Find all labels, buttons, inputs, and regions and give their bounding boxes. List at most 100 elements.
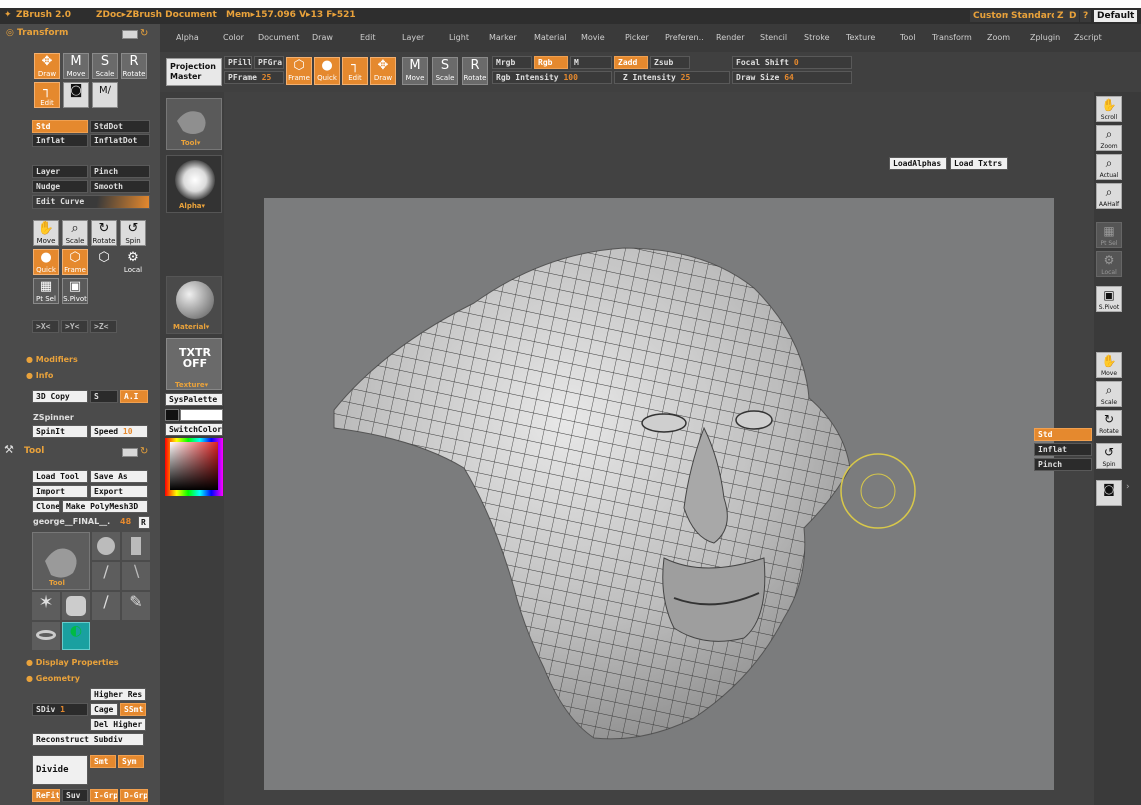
rotate-button[interactable]: R Rotate [121,53,147,79]
z-intensity-slider[interactable]: Z Intensity 25 [614,71,730,84]
move-subtool-button[interactable]: ✋ Move [33,220,59,246]
load-txtrs-button[interactable]: Load Txtrs [950,157,1008,170]
z-button[interactable]: Z [1054,10,1067,22]
scale-subtool-button[interactable]: ⌕ Scale [62,220,88,246]
edit-button[interactable]: ┐ Edit [34,82,60,108]
menu-stroke[interactable]: Stroke [804,33,830,42]
igrp-button[interactable]: I-Grp [90,789,118,802]
menu-picker[interactable]: Picker [625,33,649,42]
brush-tool-thumb[interactable]: ∕ [92,592,120,620]
clone-button[interactable]: Clone [32,500,60,513]
rgb-button[interactable]: Rgb [534,56,568,69]
sym-x-button[interactable]: >X< [32,320,59,333]
frame-button[interactable]: ⬡ Frame [62,249,88,275]
default-button[interactable]: Default [1094,10,1138,22]
teal-tool-thumb[interactable]: ◐ [62,622,90,650]
rotate-subtool-button[interactable]: ↻ Rotate [91,220,117,246]
head-mesh-model[interactable] [264,198,1054,790]
make-polymesh-button[interactable]: Make PolyMesh3D [62,500,148,513]
popup-std[interactable]: Std [1034,428,1092,441]
secondary-color-swatch[interactable] [180,409,223,421]
color-picker[interactable] [165,438,223,496]
higher-res-button[interactable]: Higher Res [90,688,146,701]
transform-header[interactable]: ◎ Transform [6,28,68,38]
canvas[interactable] [264,198,1054,790]
tool-header[interactable]: Tool [24,446,44,456]
save-as-button[interactable]: Save As [90,470,148,483]
box-tool-thumb[interactable] [62,592,90,620]
menu-document[interactable]: Document [258,33,299,42]
tool-toggle-icon[interactable] [122,448,138,457]
menu-render[interactable]: Render [716,33,744,42]
draw-top-button[interactable]: ✥ Draw [370,57,396,85]
spinit-button[interactable]: SpinIt [32,425,88,438]
info-header[interactable]: ● Info [26,371,53,380]
speed-slider[interactable]: Speed 10 [90,425,148,438]
switchcolor-button[interactable]: SwitchColor [165,423,223,436]
cube-outline-button[interactable]: ⬡ [91,249,117,275]
scale-top-button[interactable]: S Scale [432,57,458,85]
quick-top-button[interactable]: ● Quick [314,57,340,85]
copy3d-button[interactable]: 3D Copy [32,390,88,403]
menu-draw[interactable]: Draw [312,33,333,42]
menu-zplugin[interactable]: Zplugin [1030,33,1060,42]
material-palette-thumb[interactable]: Material▾ [166,276,222,334]
menu-material[interactable]: Material [534,33,567,42]
smt-button[interactable]: Smt [90,755,116,768]
move-right-button[interactable]: ✋ Move [1096,352,1122,378]
layer-button[interactable]: Layer [32,165,88,178]
alpha-palette-thumb[interactable]: Alpha▾ [166,155,222,213]
r-button[interactable]: R [138,516,150,529]
menu-movie[interactable]: Movie [581,33,605,42]
rgb-intensity-slider[interactable]: Rgb Intensity 100 [492,71,612,84]
sym-y-button[interactable]: >Y< [61,320,88,333]
local-right-button[interactable]: ⚙ Local [1096,251,1122,277]
snapshot-right-button[interactable]: ◙ [1096,480,1122,506]
pfill-button[interactable]: PFill [224,56,252,69]
projection-master-button[interactable]: Projection Master [166,58,222,86]
texture-palette-thumb[interactable]: TXTR OFF Texture▾ [166,338,222,390]
move-top-button[interactable]: M Move [402,57,428,85]
primary-color-swatch[interactable] [165,409,179,421]
refresh-icon[interactable]: ↻ [140,28,148,39]
tool-palette-thumb[interactable]: Tool▾ [166,98,222,150]
inflat-button[interactable]: Inflat [32,134,88,147]
divide-button[interactable]: Divide [32,755,88,785]
load-alphas-button[interactable]: LoadAlphas [889,157,947,170]
ssmt-button[interactable]: SSmt [120,703,146,716]
del-higher-button[interactable]: Del Higher [90,718,146,731]
menu-layer[interactable]: Layer [402,33,424,42]
ptsel-right-button[interactable]: ▦ Pt Sel [1096,222,1122,248]
local-button[interactable]: ⚙ Local [120,249,146,275]
zsub-button[interactable]: Zsub [650,56,690,69]
ai-button[interactable]: A.I [120,390,148,403]
menu-texture[interactable]: Texture [846,33,875,42]
spivot-button[interactable]: ▣ S.Pivot [62,278,88,304]
rotate-top-button[interactable]: R Rotate [462,57,488,85]
mrgb-button[interactable]: Mrgb [492,56,532,69]
pinch-button[interactable]: Pinch [90,165,150,178]
dgrp-button[interactable]: D-Grp [120,789,148,802]
snapshot-button[interactable]: ◙ [63,82,89,108]
edit-top-button[interactable]: ┐ Edit [342,57,368,85]
load-tool-button[interactable]: Load Tool [32,470,88,483]
spin-right-button[interactable]: ↺ Spin [1096,443,1122,469]
suv-button[interactable]: Suv [62,789,88,802]
menu-light[interactable]: Light [449,33,469,42]
rotate-right-button[interactable]: ↻ Rotate [1096,410,1122,436]
menu-color[interactable]: Color [223,33,244,42]
spin-button[interactable]: ↺ Spin [120,220,146,246]
zadd-button[interactable]: Zadd [614,56,648,69]
zoom-button[interactable]: ⌕ Zoom [1096,125,1122,151]
sphere-tool-thumb[interactable] [92,532,120,560]
sym-button[interactable]: Sym [118,755,144,768]
std-button[interactable]: Std [32,120,88,133]
popup-inflat[interactable]: Inflat [1034,443,1092,456]
stddot-button[interactable]: StdDot [90,120,150,133]
menu-zscript[interactable]: Zscript [1074,33,1102,42]
collapse-right-icon[interactable]: › [1126,482,1130,492]
transform-toggle-icon[interactable] [122,30,138,39]
tool-refresh-icon[interactable]: ↻ [140,446,148,457]
move-button[interactable]: M Move [63,53,89,79]
spivot-right-button[interactable]: ▣ S.Pivot [1096,286,1122,312]
